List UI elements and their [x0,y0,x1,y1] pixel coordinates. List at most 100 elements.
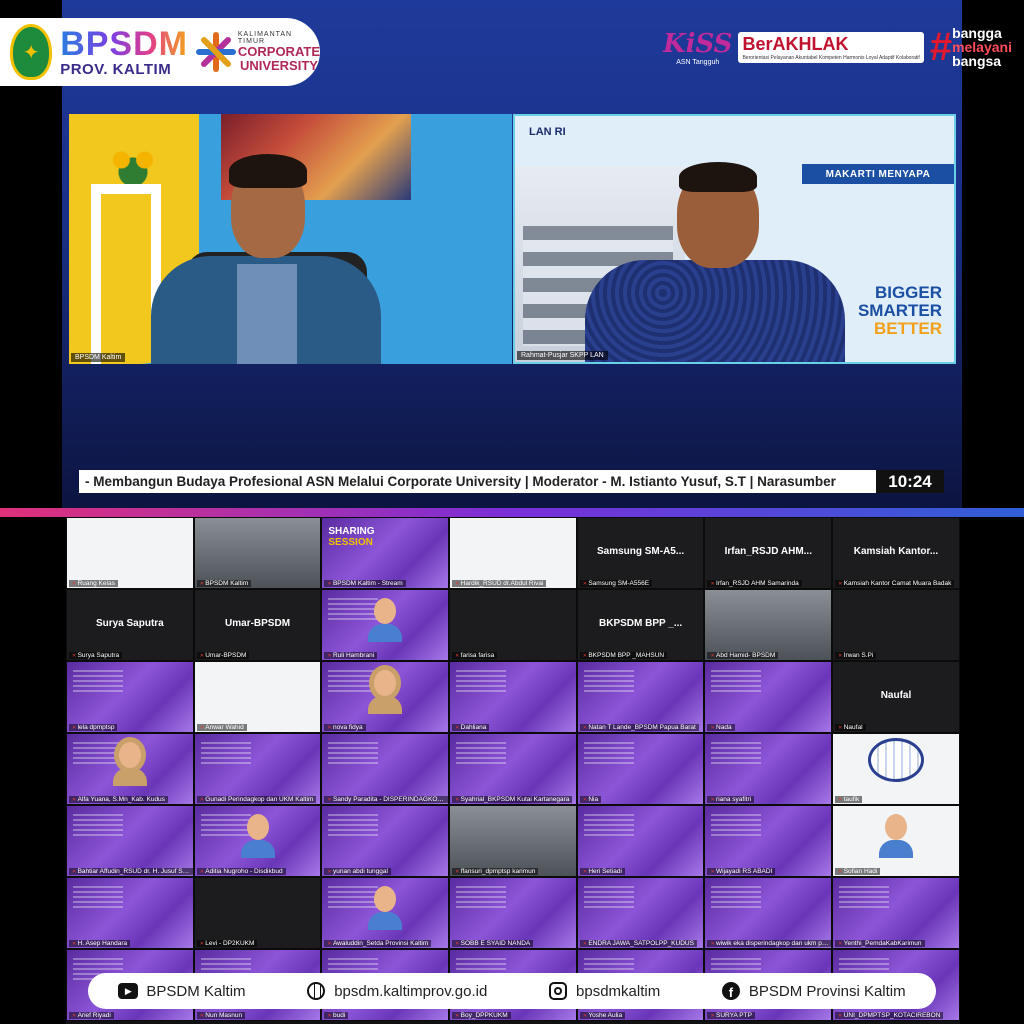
participant-name: Dahliana [452,724,490,731]
participant-tile[interactable]: Naufal Naufal [832,661,960,733]
participant-avatar-icon [878,814,913,858]
participant-tile[interactable]: Ruli Hambrani [321,589,450,661]
participant-tile[interactable]: Bahtiar Affudin_RSUD dr. H. Jusuf SK Kal… [66,805,194,877]
hashtag-icon: # [929,25,953,69]
participant-tile[interactable]: Surya Saputra Surya Saputra [66,589,194,661]
corporate-university-text: KALIMANTAN TIMUR CORPORATE UNIVERSITY [238,31,320,73]
participant-tile[interactable]: ffansuri_dpmptsp karimun [449,805,577,877]
slide-text-lines [583,742,634,764]
slide-text-lines [583,814,634,836]
participant-name: Alfa Yuana, S.Mn_Kab. Kudus [69,796,168,803]
participant-tile[interactable]: wiwik eka disperindagkop dan ukm prov... [704,877,833,949]
participant-name: budi [324,1012,349,1019]
participant-tile[interactable]: BKPSDM BPP _... BKPSDM BPP _MAHSUN [576,589,705,661]
participant-avatar-icon [240,814,275,858]
participant-tile[interactable]: nova fidya [321,661,450,733]
participant-tile[interactable]: Nia [576,733,705,805]
participant-tile[interactable]: Samsung SM-A5... Samsung SM-A556E [576,517,705,589]
participant-tile[interactable]: Aditia Nugroho - Disdikbud [193,805,322,877]
social-instagram[interactable]: bpsdmkaltim [548,981,660,1001]
brand-badge: ✦ BPSDM PROV. KALTIM KALIMANTAN TIMUR CO… [0,18,320,86]
participant-tile[interactable]: Irfan_RSJD AHM... Irfan_RSJD AHM Samarind… [704,517,833,589]
participant-tile[interactable]: Sofian Hadi [832,805,960,877]
participant-tile[interactable]: taufik [832,733,960,805]
globe-logo-icon [867,738,924,782]
video-label: BPSDM Kaltim [71,353,126,362]
participant-name: H. Asep Handara [69,940,131,947]
kaltim-emblem-icon: ✦ [10,24,53,80]
participant-tile[interactable]: Anwar Wahid [193,661,322,733]
social-youtube[interactable]: ▶ BPSDM Kaltim [118,981,246,1001]
participant-display-name: Samsung SM-A5... [596,546,685,557]
website-label: bpsdm.kaltimprov.go.id [334,982,488,1000]
video-tile-speaker[interactable]: LAN RI MAKARTI MENYAPA BIGGER SMARTER BE… [513,114,956,364]
participant-tile[interactable]: yunan abdi tunggal [321,805,450,877]
participant-name: farisa farisa [452,652,498,659]
participant-name: Nia [579,796,602,803]
participant-display-name: BKPSDM BPP _... [599,618,683,629]
participant-avatar-icon [368,670,403,714]
participant-tile[interactable]: Kamsiah Kantor... Kamsiah Kantor Camat Mu… [832,517,960,589]
participant-tile[interactable]: Dahliana [449,661,577,733]
social-facebook[interactable]: f BPSDM Provinsi Kaltim [721,981,906,1001]
participant-tile[interactable]: Hardik_RSUD dr.Abdul Rivai [449,517,577,589]
participant-name: BKPSDM BPP _MAHSUN [579,652,668,659]
participant-tile[interactable]: SOBB E SYAID NANDA [449,877,577,949]
participant-name: taufik [835,796,863,803]
participant-tile[interactable]: Sandy Paradita - DISPERINDAGKOP KALT... [321,733,450,805]
bangga-word-2: melayani [952,39,1012,55]
speaker-person [515,116,954,362]
news-ticker: - Membangun Budaya Profesional ASN Melal… [79,470,876,493]
participant-tile[interactable]: Ruang Kelas [66,517,194,589]
participant-tile[interactable]: lela dpmptsp [66,661,194,733]
participant-tile[interactable]: Wijayadi RS ABADI [704,805,833,877]
participant-grid: Ruang Kelas BPSDM Kaltim SHARINGSESSION BPS… [66,517,960,1021]
slide-text-lines [73,886,123,908]
sharing-sub: SESSION [328,537,373,548]
social-bar: ▶ BPSDM Kaltim bpsdm.kaltimprov.go.id bp… [88,973,936,1009]
participant-tile[interactable]: Irwan S.Pi [832,589,960,661]
participant-tile[interactable]: Natan T Lande_BPSDM Papua Barat [576,661,705,733]
participant-name: Ruli Hambrani [324,652,378,659]
participant-name: Heri Setiadi [579,868,625,875]
participant-name: Levi - DP2KUKM [196,940,258,947]
participant-tile[interactable]: SHARINGSESSION BPSDM Kaltim - Stream [321,517,450,589]
cu-line1: CORPORATE [237,44,320,59]
participant-name: Samsung SM-A556E [579,580,653,587]
participant-name: BPSDM Kaltim - Stream [324,580,406,587]
participant-name: Umar-BPSDM [196,652,250,659]
participant-name: SOBB E SYAID NANDA [452,940,534,947]
video-tile-host[interactable]: BPSDM Kaltim [69,114,512,364]
participant-tile[interactable]: Nada [704,661,833,733]
slide-text-lines [839,886,890,908]
participant-display-name: Surya Saputra [95,618,164,629]
participant-name: Irfan_RSJD AHM Samarinda [707,580,802,587]
participant-name: ENDRA JAWA_SATPOLPP_KUDUS [579,940,697,947]
participant-tile[interactable]: Alfa Yuana, S.Mn_Kab. Kudus [66,733,194,805]
participant-tile[interactable]: Gunadi Perindagkop dan UKM Kaltim [193,733,322,805]
participant-tile[interactable]: Syahrial_BKPSDM Kutai Kartanegara [449,733,577,805]
campaign-logos: KiSS ASN Tangguh BerAKHLAK Berorientasi … [663,26,1012,68]
participant-tile[interactable]: Heri Setiadi [576,805,705,877]
participant-name: Kamsiah Kantor Camat Muara Badak [835,580,955,587]
participant-tile[interactable]: farisa farisa [449,589,577,661]
participant-name: Irwan S.Pi [835,652,877,659]
participant-tile[interactable]: BPSDM Kaltim [193,517,322,589]
video-label: Rahmat-Pusjar SKPP LAN [517,351,608,360]
slide-text-lines [73,670,123,692]
participant-tile[interactable]: Yenthi_PemdaKabKarimun [832,877,960,949]
slide-text-lines [200,742,251,764]
participant-name: Hardik_RSUD dr.Abdul Rivai [452,580,547,587]
participant-tile[interactable]: Umar-BPSDM Umar-BPSDM [193,589,322,661]
participant-tile[interactable]: Levi - DP2KUKM [193,877,322,949]
social-website[interactable]: bpsdm.kaltimprov.go.id [306,981,487,1001]
participant-tile[interactable]: ENDRA JAWA_SATPOLPP_KUDUS [576,877,705,949]
kiss-text: KiSS [663,28,733,59]
participant-tile[interactable]: Abd Hamid- BPSDM [704,589,833,661]
participant-tile[interactable]: riana syafitri [704,733,833,805]
sharing-session-title: SHARING SESSION [328,526,374,548]
participant-tile[interactable]: H. Asep Handara [66,877,194,949]
kiss-logo: KiSS ASN Tangguh [663,29,732,66]
instagram-label: bpsdmkaltim [576,982,661,1000]
participant-tile[interactable]: Awaluddin_Setda Provinsi Kaltim [321,877,450,949]
